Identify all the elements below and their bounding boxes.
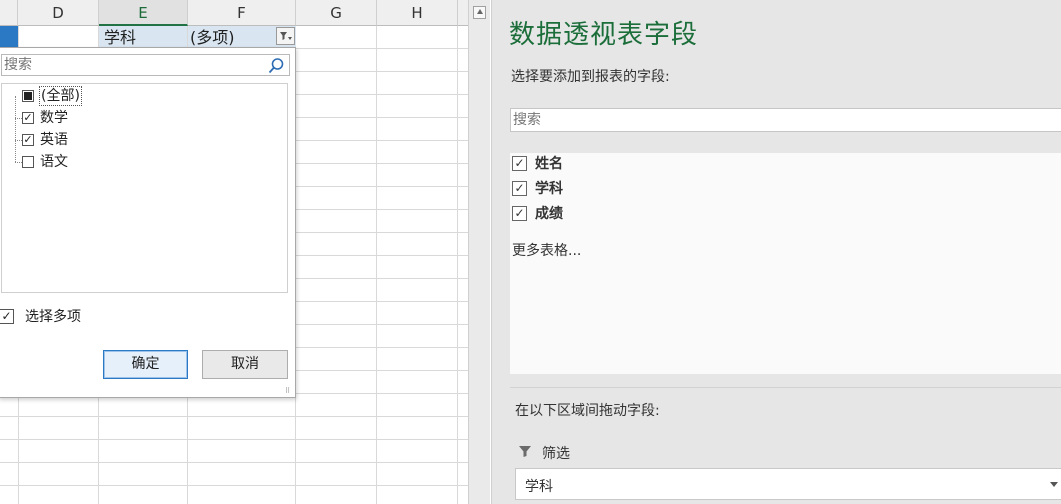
scroll-up-icon[interactable] [473, 6, 486, 19]
ok-button[interactable]: 确定 [103, 350, 188, 379]
checkbox-checked[interactable]: ✓ [22, 134, 34, 146]
filter-area-label: 筛选 [542, 446, 570, 462]
tree-connector [15, 162, 22, 163]
row-header-corner [0, 0, 18, 26]
gridline [376, 26, 377, 504]
pane-divider [510, 387, 1061, 388]
filter-item-label: 英语 [40, 132, 68, 148]
tree-connector [15, 118, 22, 119]
filter-item-list[interactable]: (全部) ✓ 数学 ✓ 英语 语文 [1, 83, 288, 293]
gridline [0, 485, 468, 486]
drag-hint-text: 在以下区域间拖动字段: [515, 403, 660, 419]
checkbox-partial[interactable] [22, 90, 34, 102]
cancel-button[interactable]: 取消 [202, 350, 288, 379]
column-header-g[interactable]: G [296, 0, 377, 26]
cell-f1-text: (多项) [190, 28, 235, 47]
field-list: ✓ 姓名 ✓ 学科 ✓ 成绩 更多表格... [510, 153, 1061, 374]
search-icon[interactable] [267, 57, 285, 75]
column-header-h[interactable]: H [377, 0, 458, 26]
gridline [0, 416, 468, 417]
field-checkbox[interactable]: ✓ [512, 206, 527, 221]
filter-item-label: (全部) [39, 86, 82, 106]
tree-connector [15, 140, 22, 141]
filter-dropdown-panel: (全部) ✓ 数学 ✓ 英语 语文 ✓ 选择多项 确定 取消 ⠿ [0, 47, 296, 398]
field-label: 姓名 [535, 156, 563, 172]
column-header-f[interactable]: F [188, 0, 296, 26]
checkbox-checked[interactable]: ✓ [22, 112, 34, 124]
filter-item-label: 数学 [40, 110, 68, 126]
pane-subtitle: 选择要添加到报表的字段: [511, 69, 670, 85]
filter-area-field-chip[interactable]: 学科 [515, 468, 1061, 500]
cell-e1-text: 学科 [104, 28, 137, 47]
field-checkbox[interactable]: ✓ [512, 181, 527, 196]
row-header-selected[interactable] [0, 26, 18, 48]
multi-select-checkbox[interactable]: ✓ [0, 309, 14, 324]
filter-item-label: 语文 [40, 154, 68, 170]
field-label: 学科 [535, 181, 563, 197]
filter-dropdown-button[interactable] [276, 27, 295, 45]
filter-search-input[interactable] [3, 55, 265, 75]
multi-select-label: 选择多项 [25, 309, 81, 325]
column-header-e[interactable]: E [99, 0, 188, 26]
funnel-icon [519, 446, 531, 457]
field-label: 成绩 [535, 206, 563, 222]
gridline [457, 26, 458, 504]
checkbox-unchecked[interactable] [22, 156, 34, 168]
filter-dropdown-icon [280, 32, 292, 40]
field-search-box[interactable] [510, 108, 1061, 132]
spreadsheet-grid[interactable]: D E F G H 学科 (多项) 搜索 (全部) ✓ 数学 ✓ 英语 语文 ✓… [0, 0, 468, 504]
column-header-d[interactable]: D [18, 0, 99, 26]
vertical-scrollbar[interactable] [468, 0, 490, 504]
pivot-field-pane: 数据透视表字段 选择要添加到报表的字段: ✓ 姓名 ✓ 学科 ✓ 成绩 更多表格… [491, 0, 1061, 504]
filter-chip-label: 学科 [525, 479, 553, 495]
gridline [0, 462, 468, 463]
field-search-input[interactable] [513, 110, 1053, 130]
tree-connector [15, 96, 16, 162]
field-checkbox[interactable]: ✓ [512, 156, 527, 171]
chevron-down-icon[interactable] [1050, 482, 1058, 487]
pane-title: 数据透视表字段 [509, 20, 699, 50]
column-header-i-partial [458, 0, 468, 26]
more-tables-link[interactable]: 更多表格... [512, 240, 581, 260]
filter-search-box[interactable] [1, 54, 290, 76]
gridline [0, 439, 468, 440]
resize-grip-icon[interactable]: ⠿ [285, 387, 293, 395]
